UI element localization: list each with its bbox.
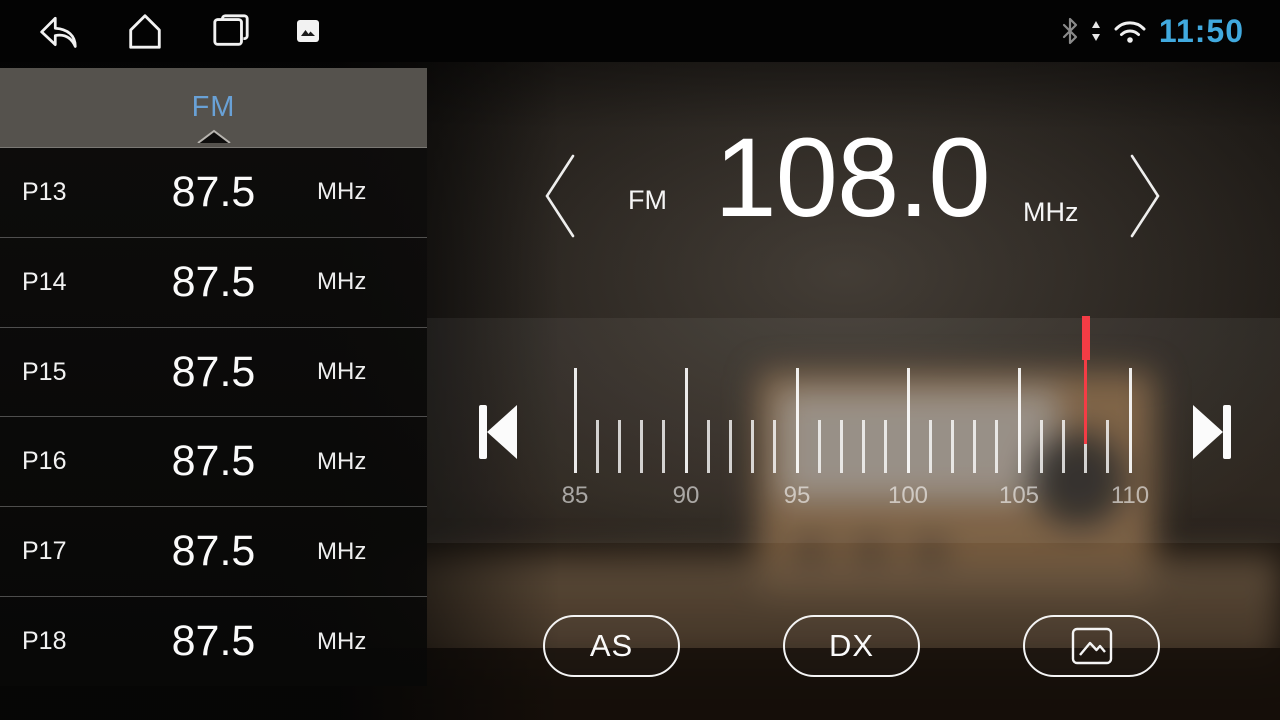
preset-number: P16 — [0, 447, 110, 476]
preset-number: P18 — [0, 627, 110, 656]
preset-frequency: 87.5 — [110, 348, 317, 397]
scale-minor-tick — [1040, 420, 1043, 473]
status-bar: 11:50 — [0, 0, 1280, 62]
scale-minor-tick — [751, 420, 754, 473]
preset-frequency: 87.5 — [110, 437, 317, 486]
dx-mode-button[interactable]: DX — [783, 615, 920, 677]
scale-major-tick — [907, 368, 910, 473]
dx-mode-label: DX — [829, 628, 874, 664]
preset-unit: MHz — [317, 538, 427, 566]
preset-number: P14 — [0, 268, 110, 297]
preset-unit: MHz — [317, 448, 427, 476]
scale-minor-tick — [951, 420, 954, 473]
preset-frequency: 87.5 — [110, 617, 317, 666]
scale-minor-tick — [973, 420, 976, 473]
preset-unit: MHz — [317, 268, 427, 296]
seek-previous-icon[interactable] — [477, 405, 517, 464]
preset-unit: MHz — [317, 628, 427, 656]
scale-major-tick — [1129, 368, 1132, 473]
scale-tick-label: 100 — [888, 482, 928, 510]
back-icon[interactable] — [36, 11, 80, 51]
tuning-scale[interactable]: 859095100105110 — [575, 316, 1130, 516]
wifi-icon — [1113, 18, 1147, 44]
scale-minor-tick — [929, 420, 932, 473]
preset-row[interactable]: P1387.5MHz — [0, 148, 427, 237]
scale-tick-label: 85 — [562, 482, 589, 510]
preset-row[interactable]: P1787.5MHz — [0, 506, 427, 596]
network-arrows-icon — [1091, 19, 1101, 43]
scale-minor-tick — [596, 420, 599, 473]
tune-down-chevron-icon[interactable] — [543, 153, 577, 244]
scale-minor-tick — [1106, 420, 1109, 473]
auto-store-label: AS — [590, 628, 633, 664]
auto-store-button[interactable]: AS — [543, 615, 680, 677]
preset-panel: FM P1387.5MHzP1487.5MHzP1587.5MHzP1687.5… — [0, 68, 427, 685]
band-indicator: FM — [628, 185, 667, 216]
radio-app-screen: 11:50 FM P1387.5MHzP1487.5MHzP1587.5MHzP… — [0, 0, 1280, 720]
scale-tick-label: 95 — [784, 482, 811, 510]
scale-tick-label: 110 — [1111, 482, 1149, 510]
preset-list: P1387.5MHzP1487.5MHzP1587.5MHzP1687.5MHz… — [0, 148, 427, 686]
preset-row[interactable]: P1487.5MHz — [0, 237, 427, 327]
gallery-icon[interactable] — [296, 19, 320, 43]
needle-head — [1082, 316, 1090, 360]
preset-number: P15 — [0, 358, 110, 387]
scale-minor-tick — [818, 420, 821, 473]
needle-line — [1084, 360, 1087, 444]
scale-minor-tick — [707, 420, 710, 473]
scale-minor-tick — [640, 420, 643, 473]
clock: 11:50 — [1159, 13, 1244, 50]
scale-major-tick — [1018, 368, 1021, 473]
scale-minor-tick — [1062, 420, 1065, 473]
preset-number: P13 — [0, 178, 110, 207]
current-frequency: 108.0 — [692, 122, 1012, 234]
scale-minor-tick — [862, 420, 865, 473]
scale-minor-tick — [618, 420, 621, 473]
photo-icon — [1069, 626, 1115, 666]
scale-tick-label: 105 — [999, 482, 1039, 510]
frequency-unit: MHz — [1023, 197, 1079, 228]
scale-minor-tick — [840, 420, 843, 473]
scale-tick-label: 90 — [673, 482, 700, 510]
scale-minor-tick — [729, 420, 732, 473]
scale-major-tick — [796, 368, 799, 473]
preset-frequency: 87.5 — [110, 258, 317, 307]
recent-apps-icon[interactable] — [210, 11, 252, 51]
tune-up-chevron-icon[interactable] — [1128, 153, 1162, 244]
scale-minor-tick — [995, 420, 998, 473]
scale-minor-tick — [884, 420, 887, 473]
preset-row[interactable]: P1587.5MHz — [0, 327, 427, 417]
tuning-needle[interactable] — [1082, 316, 1090, 444]
band-tab-header[interactable]: FM — [0, 68, 427, 148]
tab-caret-icon — [196, 129, 232, 148]
preset-row[interactable]: P1687.5MHz — [0, 416, 427, 506]
wallpaper-button[interactable] — [1023, 615, 1160, 677]
seek-next-icon[interactable] — [1193, 405, 1233, 464]
preset-frequency: 87.5 — [110, 527, 317, 576]
preset-row[interactable]: P1887.5MHz — [0, 596, 427, 686]
bluetooth-icon — [1061, 17, 1079, 45]
scale-minor-tick — [662, 420, 665, 473]
scale-minor-tick — [773, 420, 776, 473]
scale-major-tick — [574, 368, 577, 473]
home-icon[interactable] — [124, 11, 166, 51]
preset-unit: MHz — [317, 358, 427, 386]
preset-unit: MHz — [317, 178, 427, 206]
band-tab-label: FM — [192, 91, 236, 124]
scale-major-tick — [685, 368, 688, 473]
preset-frequency: 87.5 — [110, 168, 317, 217]
preset-number: P17 — [0, 537, 110, 566]
